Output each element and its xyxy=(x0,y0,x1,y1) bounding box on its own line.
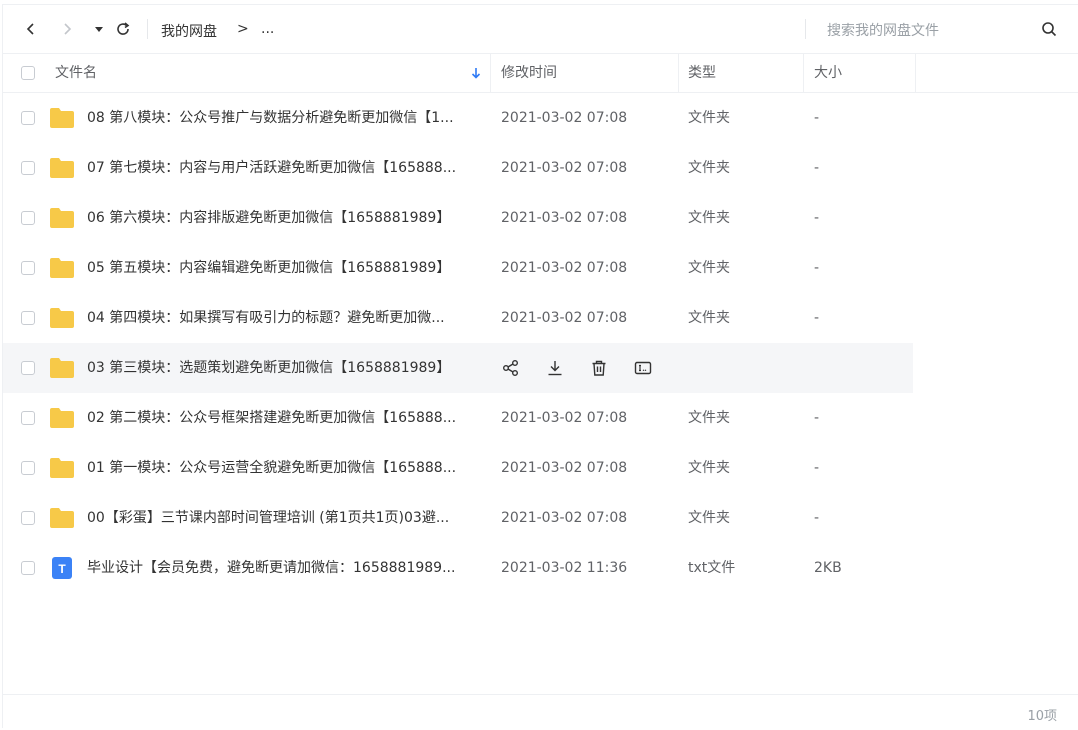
file-size: - xyxy=(814,510,820,526)
status-bar: 10项 xyxy=(3,694,1078,730)
breadcrumb-root[interactable]: 我的网盘 xyxy=(161,21,217,41)
file-name[interactable]: 08 第八模块：公众号推广与数据分析避免断更加微信【1... xyxy=(87,93,487,143)
file-date: 2021-03-02 07:08 xyxy=(501,210,628,226)
table-row[interactable]: 01 第一模块：公众号运营全貌避免断更加微信【165888... 2021-03… xyxy=(3,443,1078,493)
row-checkbox[interactable] xyxy=(21,511,35,525)
file-date: 2021-03-02 07:08 xyxy=(501,510,628,526)
rename-icon[interactable] xyxy=(631,356,655,380)
folder-icon xyxy=(50,508,74,528)
file-size: 2KB xyxy=(814,560,842,576)
row-checkbox[interactable] xyxy=(21,411,35,425)
sort-arrow-icon[interactable] xyxy=(471,54,481,92)
table-row-hovered[interactable]: 03 第三模块：选题策划避免断更加微信【1658881989】 xyxy=(3,343,913,393)
file-date: 2021-03-02 11:36 xyxy=(501,560,628,576)
file-type: 文件夹 xyxy=(688,160,730,176)
breadcrumb-more[interactable]: ... xyxy=(261,21,274,37)
refresh-icon[interactable] xyxy=(111,17,135,41)
search-icon[interactable] xyxy=(1037,17,1061,41)
row-checkbox[interactable] xyxy=(21,261,35,275)
file-date: 2021-03-02 07:08 xyxy=(501,160,628,176)
header-modified[interactable]: 修改时间 xyxy=(501,54,557,92)
share-icon[interactable] xyxy=(499,356,523,380)
select-all-checkbox[interactable] xyxy=(21,66,35,80)
download-icon[interactable] xyxy=(543,356,567,380)
file-name[interactable]: 04 第四模块：如果撰写有吸引力的标题？避免断更加微... xyxy=(87,293,487,343)
file-type: 文件夹 xyxy=(688,410,730,426)
row-checkbox[interactable] xyxy=(21,211,35,225)
file-date: 2021-03-02 07:08 xyxy=(501,410,628,426)
file-name[interactable]: 02 第二模块：公众号框架搭建避免断更加微信【165888... xyxy=(87,393,487,443)
file-type: 文件夹 xyxy=(688,460,730,476)
header-divider xyxy=(490,54,491,92)
file-name[interactable]: 01 第一模块：公众号运营全貌避免断更加微信【165888... xyxy=(87,443,487,493)
header-type[interactable]: 类型 xyxy=(688,54,716,92)
forward-icon[interactable] xyxy=(55,17,79,41)
file-size: - xyxy=(814,410,820,426)
search-input[interactable]: 搜索我的网盘文件 xyxy=(827,20,939,40)
file-name[interactable]: 06 第六模块：内容排版避免断更加微信【1658881989】 xyxy=(87,193,487,243)
file-name[interactable]: 05 第五模块：内容编辑避免断更加微信【1658881989】 xyxy=(87,243,487,293)
file-name[interactable]: 00【彩蛋】三节课内部时间管理培训 (第1页共1页)03避... xyxy=(87,493,487,543)
toolbar-divider xyxy=(147,19,148,39)
txt-file-icon-letter: T xyxy=(58,562,66,576)
history-dropdown-icon[interactable] xyxy=(87,17,111,41)
file-type: 文件夹 xyxy=(688,110,730,126)
file-name[interactable]: 07 第七模块：内容与用户活跃避免断更加微信【165888... xyxy=(87,143,487,193)
table-row[interactable]: 08 第八模块：公众号推广与数据分析避免断更加微信【1... 2021-03-0… xyxy=(3,93,1078,143)
row-checkbox[interactable] xyxy=(21,111,35,125)
file-type: 文件夹 xyxy=(688,510,730,526)
folder-icon xyxy=(50,408,74,428)
row-checkbox[interactable] xyxy=(21,461,35,475)
table-row[interactable]: 02 第二模块：公众号框架搭建避免断更加微信【165888... 2021-03… xyxy=(3,393,1078,443)
file-type: 文件夹 xyxy=(688,210,730,226)
breadcrumb-separator: > xyxy=(237,21,249,37)
header-divider xyxy=(915,54,916,92)
file-size: - xyxy=(814,210,820,226)
header-name[interactable]: 文件名 xyxy=(55,54,97,92)
row-actions xyxy=(499,356,655,380)
file-size: - xyxy=(814,160,820,176)
folder-icon xyxy=(50,108,74,128)
folder-icon xyxy=(50,258,74,278)
row-checkbox[interactable] xyxy=(21,561,35,575)
toolbar: 我的网盘 > ... 搜索我的网盘文件 xyxy=(3,5,1078,54)
file-size: - xyxy=(814,260,820,276)
back-icon[interactable] xyxy=(19,17,43,41)
delete-icon[interactable] xyxy=(587,356,611,380)
folder-icon xyxy=(50,308,74,328)
file-size: - xyxy=(814,310,820,326)
file-date: 2021-03-02 07:08 xyxy=(501,460,628,476)
table-row[interactable]: 06 第六模块：内容排版避免断更加微信【1658881989】 2021-03-… xyxy=(3,193,1078,243)
table-row[interactable]: 04 第四模块：如果撰写有吸引力的标题？避免断更加微... 2021-03-02… xyxy=(3,293,1078,343)
file-size: - xyxy=(814,460,820,476)
file-name[interactable]: 毕业设计【会员免费，避免断更请加微信：1658881989... xyxy=(87,543,487,593)
file-date: 2021-03-02 07:08 xyxy=(501,260,628,276)
header-divider xyxy=(678,54,679,92)
file-date: 2021-03-02 07:08 xyxy=(501,110,628,126)
header-size[interactable]: 大小 xyxy=(814,54,842,92)
row-checkbox[interactable] xyxy=(21,361,35,375)
table-header: 文件名 修改时间 类型 大小 xyxy=(3,54,1078,93)
file-type: 文件夹 xyxy=(688,260,730,276)
item-count: 10项 xyxy=(1027,709,1057,724)
file-date: 2021-03-02 07:08 xyxy=(501,310,628,326)
search-divider xyxy=(805,19,806,39)
file-type: txt文件 xyxy=(688,560,736,576)
file-type: 文件夹 xyxy=(688,310,730,326)
table-row[interactable]: T 毕业设计【会员免费，避免断更请加微信：1658881989... 2021-… xyxy=(3,543,1078,593)
header-divider xyxy=(803,54,804,92)
table-row[interactable]: 05 第五模块：内容编辑避免断更加微信【1658881989】 2021-03-… xyxy=(3,243,1078,293)
folder-icon xyxy=(50,458,74,478)
txt-file-icon: T xyxy=(52,557,72,579)
table-row[interactable]: 07 第七模块：内容与用户活跃避免断更加微信【165888... 2021-03… xyxy=(3,143,1078,193)
table-row[interactable]: 00【彩蛋】三节课内部时间管理培训 (第1页共1页)03避... 2021-03… xyxy=(3,493,1078,543)
file-name[interactable]: 03 第三模块：选题策划避免断更加微信【1658881989】 xyxy=(87,343,487,393)
folder-icon xyxy=(50,358,74,378)
row-checkbox[interactable] xyxy=(21,311,35,325)
folder-icon xyxy=(50,158,74,178)
row-checkbox[interactable] xyxy=(21,161,35,175)
file-size: - xyxy=(814,110,820,126)
folder-icon xyxy=(50,208,74,228)
